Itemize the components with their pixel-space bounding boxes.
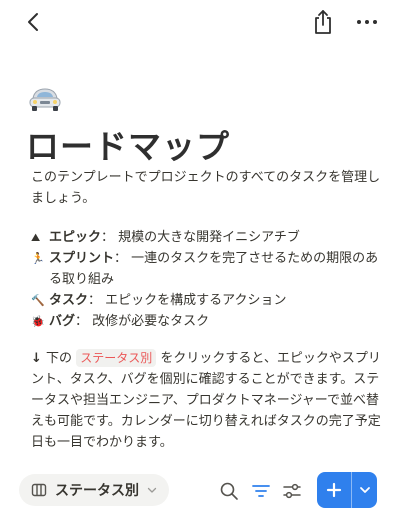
back-button[interactable] (22, 10, 46, 34)
plus-icon (326, 482, 342, 498)
search-icon (220, 482, 238, 500)
more-options-button[interactable] (354, 10, 380, 34)
view-selector-label: ステータス別 (55, 483, 139, 499)
definition-term: エピック (49, 230, 102, 245)
ellipsis-icon (357, 20, 377, 24)
share-button[interactable] (310, 8, 336, 36)
bottom-toolbar: ステータス別 (0, 468, 400, 512)
definition-list: ⛰ エピック： 規模の大きな開発イニシアチブ 🏃 スプリント： 一連のタスクを完… (31, 227, 381, 332)
definition-separator: ： (114, 251, 128, 266)
instructions-text-before: 下の (46, 351, 73, 366)
definition-text: 規模の大きな開発イニシアチブ (118, 230, 300, 245)
new-item-button[interactable] (317, 472, 351, 508)
definition-item-epic: ⛰ エピック： 規模の大きな開発イニシアチブ (31, 227, 381, 248)
definition-separator: ： (75, 314, 89, 329)
chevron-left-icon (28, 13, 38, 31)
share-icon (315, 10, 331, 34)
bug-icon: 🐞 (31, 315, 45, 328)
filter-icon (252, 485, 270, 497)
definition-separator: ： (101, 230, 115, 245)
new-item-button-group (317, 472, 377, 508)
runner-icon: 🏃 (31, 252, 45, 265)
intro-text: このテンプレートでプロジェクトのすべてのタスクを管理しましょう。 (31, 170, 381, 206)
definition-text: 改修が必要なタスク (92, 314, 210, 329)
view-selector[interactable]: ステータス別 (19, 474, 169, 506)
filter-button[interactable] (250, 480, 272, 502)
mountain-icon: ⛰ (31, 231, 41, 244)
chevron-down-icon (359, 487, 370, 493)
page-title: ロードマップ (26, 127, 230, 166)
search-button[interactable] (218, 480, 240, 502)
view-mention-chip[interactable]: ステータス別 (76, 349, 157, 367)
view-settings-button[interactable] (281, 480, 303, 502)
definition-separator: ： (88, 293, 102, 308)
instructions-paragraph: ↓ 下の ステータス別 をクリックすると、エピックやスプリント、タスク、バグを個… (31, 348, 381, 453)
chevron-down-icon (147, 487, 157, 493)
definition-item-task: 🔨 タスク： エピックを構成するアクション (31, 290, 381, 311)
definition-item-bug: 🐞 バグ： 改修が必要なタスク (31, 311, 381, 332)
hammer-icon: 🔨 (31, 294, 45, 307)
definition-item-sprint: 🏃 スプリント： 一連のタスクを完了させるための期限のある取り組み (31, 248, 381, 290)
new-item-template-dropdown[interactable] (352, 472, 377, 508)
definition-term: バグ (49, 314, 76, 329)
definition-term: タスク (49, 293, 89, 308)
top-bar (0, 0, 400, 44)
sliders-icon (283, 483, 301, 499)
definition-term: スプリント (49, 251, 115, 266)
board-view-icon (31, 483, 47, 497)
arrow-down-icon: ↓ (31, 351, 42, 366)
car-icon[interactable] (27, 84, 63, 114)
definition-text: エピックを構成するアクション (105, 293, 287, 308)
